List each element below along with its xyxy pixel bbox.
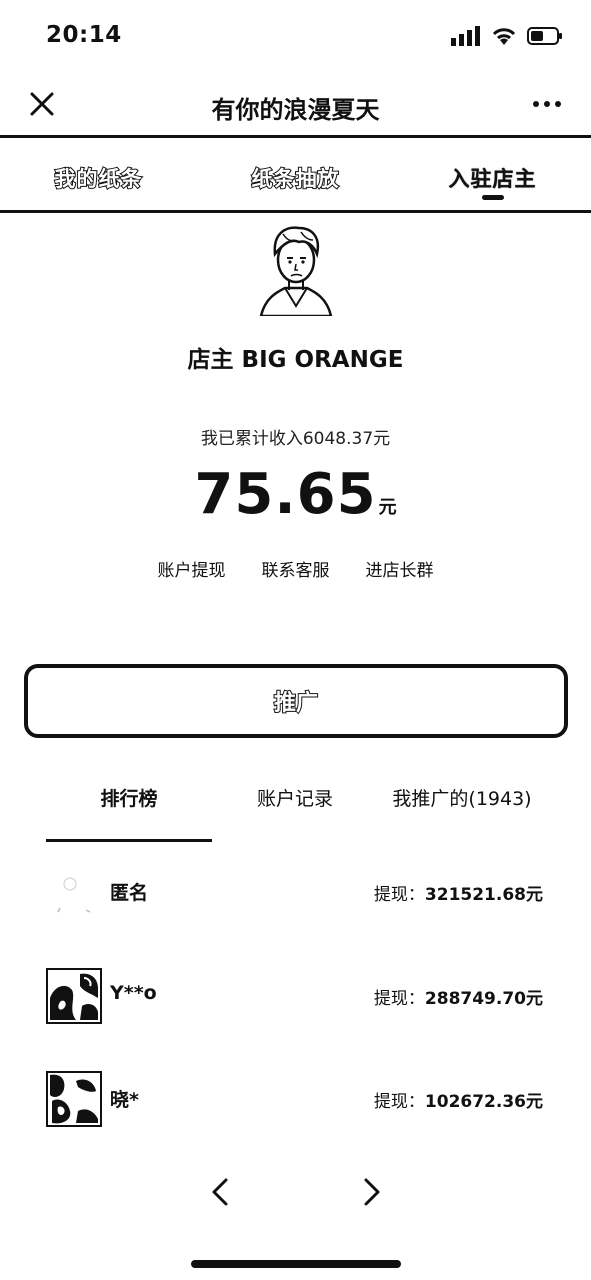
tab-leaderboard[interactable]: 排行榜 bbox=[46, 784, 212, 842]
wifi-icon bbox=[492, 28, 516, 45]
withdraw-link[interactable]: 账户提现 bbox=[158, 556, 226, 581]
signal-icon bbox=[451, 26, 480, 46]
nav-bar: 有你的浪漫夏天 bbox=[0, 76, 591, 138]
rank-amount-value: 321521.68元 bbox=[424, 885, 543, 905]
rank-amount-label: 提现： bbox=[373, 1092, 425, 1112]
battery-icon bbox=[527, 27, 562, 45]
total-income-text: 我已累计收入6048.37元 bbox=[200, 429, 391, 449]
active-tab-indicator bbox=[481, 195, 504, 200]
list-item[interactable]: Y**o 提现：288749.70元 bbox=[0, 966, 591, 1026]
rank-amount: 提现：102672.36元 bbox=[374, 1087, 543, 1112]
shop-owner-avatar bbox=[259, 226, 333, 316]
rank-name: 晓* bbox=[110, 1089, 139, 1111]
rank-amount: 提现：288749.70元 bbox=[374, 984, 543, 1009]
promote-button-label: 推广 bbox=[273, 690, 319, 717]
chevron-left-icon[interactable] bbox=[206, 1176, 234, 1208]
tab-shop-owner-label: 入驻店主 bbox=[448, 167, 537, 191]
tab-shop-owner[interactable]: 入驻店主 bbox=[394, 141, 591, 210]
home-indicator bbox=[191, 1260, 401, 1268]
top-tabs: 我的纸条 纸条抽放 入驻店主 bbox=[0, 141, 591, 213]
rank-tabs: 排行榜 账户记录 我推广的(1943) bbox=[46, 784, 546, 842]
join-group-link[interactable]: 进店长群 bbox=[366, 556, 434, 581]
rank-amount-value: 102672.36元 bbox=[424, 1092, 543, 1112]
balance-unit: 元 bbox=[378, 497, 397, 518]
rank-amount-value: 288749.70元 bbox=[424, 989, 543, 1009]
avatar bbox=[57, 877, 91, 913]
avatar bbox=[46, 1071, 102, 1127]
status-icons bbox=[451, 26, 563, 46]
tab-my-referrals[interactable]: 我推广的(1943) bbox=[378, 784, 546, 842]
rank-amount-label: 提现： bbox=[373, 989, 425, 1009]
status-time: 20:14 bbox=[46, 22, 122, 48]
promote-button[interactable]: 推广 bbox=[24, 664, 568, 738]
balance-amount: 75.65 bbox=[194, 462, 377, 527]
tab-my-notes[interactable]: 我的纸条 bbox=[0, 141, 197, 210]
rank-amount-label: 提现： bbox=[373, 885, 425, 905]
rank-amount: 提现：321521.68元 bbox=[374, 880, 543, 905]
chevron-right-icon[interactable] bbox=[358, 1176, 386, 1208]
status-bar: 20:14 bbox=[0, 0, 591, 76]
rank-name: 匿名 bbox=[110, 882, 149, 904]
avatar bbox=[46, 968, 102, 1024]
tab-note-draw[interactable]: 纸条抽放 bbox=[197, 141, 394, 210]
page-title: 有你的浪漫夏天 bbox=[211, 96, 380, 124]
tab-account-records[interactable]: 账户记录 bbox=[212, 784, 378, 842]
shop-name: 店主 BIG ORANGE bbox=[187, 347, 404, 373]
list-item[interactable]: 匿名 提现：321521.68元 bbox=[0, 862, 591, 922]
balance: 75.65 元 bbox=[0, 462, 591, 527]
rank-name: Y**o bbox=[110, 982, 157, 1004]
contact-service-link[interactable]: 联系客服 bbox=[262, 556, 330, 581]
rank-tab-underline bbox=[46, 839, 212, 842]
list-item[interactable]: 晓* 提现：102672.36元 bbox=[0, 1069, 591, 1129]
more-icon[interactable] bbox=[531, 90, 563, 118]
account-actions: 账户提现 联系客服 进店长群 bbox=[0, 556, 591, 581]
